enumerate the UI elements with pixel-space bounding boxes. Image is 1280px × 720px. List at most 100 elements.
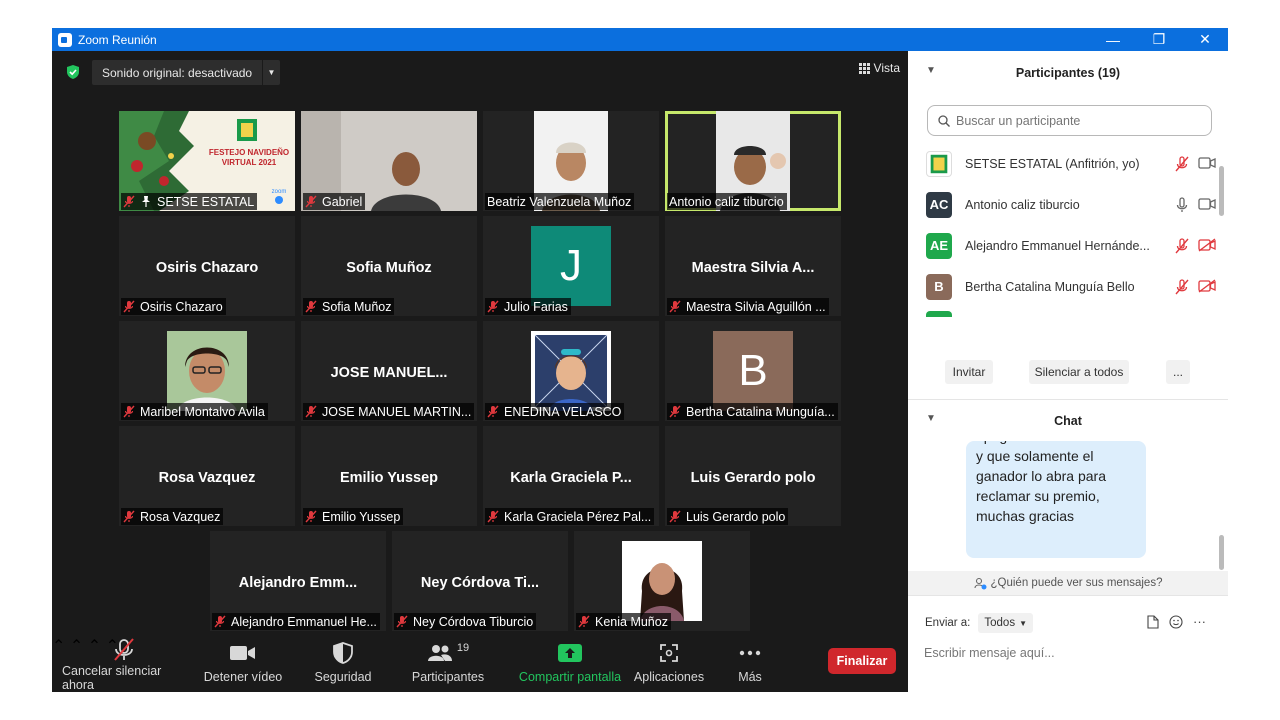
avatar: J bbox=[531, 226, 611, 306]
muted-mic-icon[interactable] bbox=[1174, 237, 1190, 254]
video-tile-antonio-active-speaker[interactable]: Antonio caliz tiburcio bbox=[665, 111, 841, 211]
meeting-toolbar: Cancelar silenciar ahora ⌃ Detener vídeo… bbox=[52, 636, 908, 692]
more-dots-icon[interactable]: ··· bbox=[1193, 614, 1206, 629]
muted-mic-icon[interactable] bbox=[1174, 278, 1190, 295]
banner-line-2: VIRTUAL 2021 bbox=[222, 158, 277, 167]
participants-scrollbar[interactable] bbox=[1219, 166, 1224, 216]
video-tile-luis-gerardo[interactable]: Luis Gerardo polo Luis Gerardo polo bbox=[665, 426, 841, 526]
recipient-value: Todos bbox=[984, 617, 1016, 629]
video-tile-maestra-silvia[interactable]: Maestra Silvia A... Maestra Silvia Aguil… bbox=[665, 216, 841, 316]
apps-label: Aplicaciones bbox=[633, 670, 705, 684]
mute-all-button[interactable]: Silenciar a todos bbox=[1029, 360, 1129, 384]
tile-name-label: Sofia Muñoz bbox=[303, 298, 395, 315]
video-tile-emilio[interactable]: Emilio Yussep Emilio Yussep bbox=[301, 426, 477, 526]
participant-row[interactable]: SETSE ESTATAL (Anfitrión, yo) bbox=[926, 143, 1216, 184]
video-tile-jose-manuel[interactable]: JOSE MANUEL... JOSE MANUEL MARTIN... bbox=[301, 321, 477, 421]
restore-button[interactable]: ❐ bbox=[1136, 28, 1182, 51]
send-to-row: Enviar a: Todos ▼ bbox=[925, 613, 1033, 633]
tile-name: Kenia Muñoz bbox=[595, 614, 668, 629]
view-button[interactable]: Vista bbox=[858, 61, 900, 75]
emoji-icon[interactable] bbox=[1169, 614, 1183, 629]
video-tile-setse-estatal[interactable]: FESTEJO NAVIDEÑO VIRTUAL 2021 zoom SETSE… bbox=[119, 111, 295, 211]
unmute-label: Cancelar silenciar ahora bbox=[62, 664, 162, 692]
video-off-icon[interactable] bbox=[1198, 237, 1216, 252]
chevron-down-icon[interactable]: ▼ bbox=[926, 413, 936, 424]
invite-button[interactable]: Invitar bbox=[945, 360, 993, 384]
recipient-select[interactable]: Todos ▼ bbox=[978, 613, 1033, 633]
tile-name-label: Karla Graciela Pérez Pal... bbox=[485, 508, 655, 525]
original-sound-button[interactable]: Sonido original: desactivado ▼ bbox=[92, 60, 280, 85]
security-button[interactable]: Seguridad bbox=[308, 636, 378, 692]
minimize-button[interactable]: — bbox=[1090, 28, 1136, 51]
share-screen-button[interactable]: Compartir pantalla bbox=[518, 636, 622, 692]
muted-mic-icon bbox=[487, 300, 499, 313]
tile-name: SETSE ESTATAL bbox=[157, 194, 255, 209]
video-tile-enedina[interactable]: ENEDINA VELASCO bbox=[483, 321, 659, 421]
participant-name: Bertha Catalina Munguía Bello bbox=[965, 279, 1135, 294]
video-tile-julio[interactable]: J Julio Farias bbox=[483, 216, 659, 316]
participants-icon bbox=[427, 645, 452, 661]
share-screen-label: Compartir pantalla bbox=[518, 670, 622, 684]
participants-button[interactable]: 19 Participantes bbox=[408, 636, 488, 692]
original-sound-label: Sonido original: desactivado bbox=[102, 65, 253, 80]
stop-video-button[interactable]: Detener vídeo bbox=[202, 636, 284, 692]
video-tile-sofia[interactable]: Sofia Muñoz Sofia Muñoz bbox=[301, 216, 477, 316]
chat-message-input[interactable] bbox=[924, 643, 1214, 663]
participant-row[interactable]: AC Antonio caliz tiburcio bbox=[926, 184, 1216, 225]
meeting-area: Sonido original: desactivado ▼ Vista FES… bbox=[52, 51, 908, 692]
muted-mic-icon bbox=[305, 405, 317, 418]
video-tile-maribel[interactable]: Maribel Montalvo Avila bbox=[119, 321, 295, 421]
video-camera-icon[interactable] bbox=[1198, 197, 1216, 211]
more-options-button[interactable]: ... bbox=[1166, 360, 1190, 384]
video-tile-karla[interactable]: Karla Graciela P... Karla Graciela Pérez… bbox=[483, 426, 659, 526]
tile-name: Luis Gerardo polo bbox=[686, 509, 786, 524]
muted-mic-icon[interactable] bbox=[1174, 155, 1190, 172]
search-icon bbox=[938, 114, 950, 127]
video-tile-bertha[interactable]: B Bertha Catalina Munguía... bbox=[665, 321, 841, 421]
video-tile-osiris[interactable]: Osiris Chazaro Osiris Chazaro bbox=[119, 216, 295, 316]
profile-photo bbox=[622, 541, 702, 621]
window-title: Zoom Reunión bbox=[78, 32, 157, 47]
tile-name: Rosa Vazquez bbox=[140, 509, 221, 524]
tile-display-name: Rosa Vazquez bbox=[158, 470, 256, 486]
who-can-see-messages-link[interactable]: ¿Quién puede ver sus mensajes? bbox=[908, 571, 1228, 595]
chevron-down-icon[interactable]: ▼ bbox=[262, 60, 280, 85]
avatar: AE bbox=[926, 232, 952, 259]
participants-panel-header: ▼ Participantes (19) bbox=[908, 51, 1228, 95]
close-button[interactable]: ✕ bbox=[1182, 28, 1228, 51]
participant-row[interactable]: B Bertha Catalina Munguía Bello bbox=[926, 266, 1216, 307]
video-tile-rosa[interactable]: Rosa Vazquez Rosa Vazquez bbox=[119, 426, 295, 526]
mic-icon[interactable] bbox=[1174, 196, 1190, 213]
tile-name-label: Gabriel bbox=[303, 193, 366, 210]
participant-row[interactable]: AE Alejandro Emmanuel Hernánde... bbox=[926, 225, 1216, 266]
chat-message-text: apagados sus micrófonos y que solamente … bbox=[976, 441, 1136, 524]
tile-name-label: Kenia Muñoz bbox=[576, 613, 671, 630]
video-camera-icon[interactable] bbox=[1198, 156, 1216, 170]
file-icon[interactable] bbox=[1147, 614, 1159, 629]
video-tile-alejandro[interactable]: Alejandro Emm... Alejandro Emmanuel He..… bbox=[210, 531, 386, 631]
video-off-icon[interactable] bbox=[1198, 278, 1216, 293]
search-input[interactable] bbox=[956, 113, 1196, 128]
encryption-shield-icon[interactable] bbox=[66, 65, 80, 79]
chat-scrollbar[interactable] bbox=[1219, 535, 1224, 570]
who-can-see-label: ¿Quién puede ver sus mensajes? bbox=[990, 577, 1163, 589]
video-tile-gabriel[interactable]: Gabriel bbox=[301, 111, 477, 211]
apps-button[interactable]: Aplicaciones bbox=[632, 636, 706, 692]
chevron-down-icon[interactable]: ▼ bbox=[926, 65, 936, 76]
end-meeting-button[interactable]: Finalizar bbox=[828, 648, 896, 674]
side-panel: ▼ Participantes (19) SETSE ESTATAL (Anfi… bbox=[908, 51, 1228, 692]
tile-name: Julio Farias bbox=[504, 299, 568, 314]
participant-search-box[interactable] bbox=[927, 105, 1212, 136]
tile-display-name: Ney Córdova Ti... bbox=[420, 575, 540, 591]
chat-message-bubble: apagados sus micrófonos y que solamente … bbox=[966, 441, 1146, 558]
video-tile-beatriz[interactable]: Beatriz Valenzuela Muñoz bbox=[483, 111, 659, 211]
muted-mic-icon bbox=[123, 405, 135, 418]
more-button[interactable]: Más bbox=[728, 636, 772, 692]
tile-display-name: Emilio Yussep bbox=[339, 470, 439, 486]
apps-icon bbox=[660, 644, 678, 662]
video-tile-kenia[interactable]: Kenia Muñoz bbox=[574, 531, 750, 631]
tile-display-name: Karla Graciela P... bbox=[510, 470, 632, 486]
participants-label: Participantes bbox=[411, 670, 485, 684]
video-tile-ney[interactable]: Ney Córdova Ti... Ney Córdova Tiburcio bbox=[392, 531, 568, 631]
unmute-button[interactable]: Cancelar silenciar ahora bbox=[62, 636, 186, 692]
